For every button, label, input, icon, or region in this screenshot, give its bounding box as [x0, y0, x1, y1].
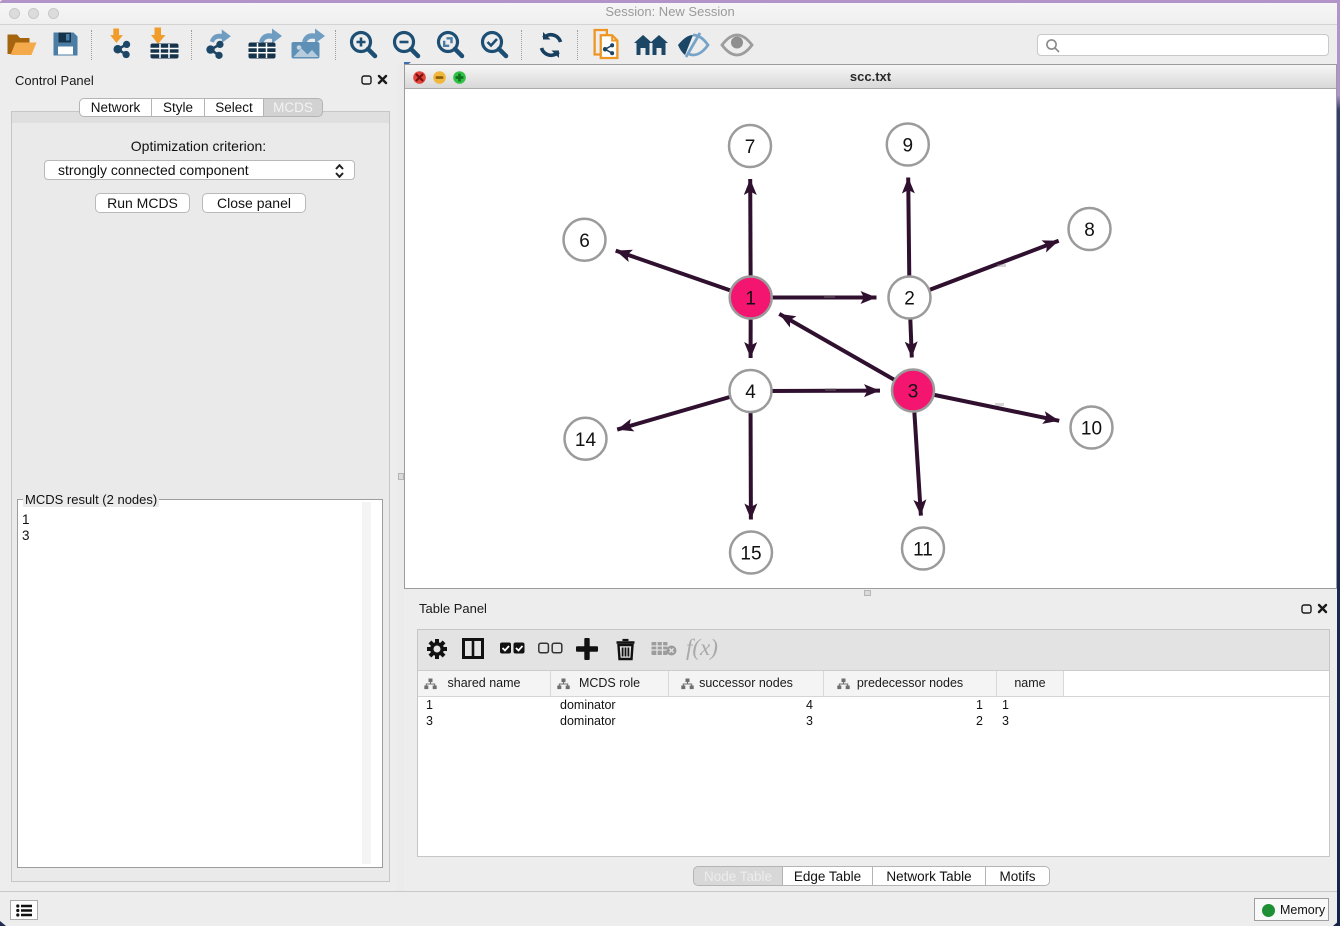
svg-text:9: 9	[903, 136, 914, 157]
svg-text:4: 4	[745, 382, 756, 403]
svg-text:7: 7	[745, 137, 756, 158]
svg-text:15: 15	[740, 544, 761, 565]
svg-text:8: 8	[1084, 220, 1095, 241]
svg-text:1: 1	[745, 289, 756, 310]
svg-text:11: 11	[913, 540, 933, 561]
svg-text:2: 2	[904, 289, 915, 310]
svg-text:10: 10	[1081, 419, 1102, 440]
svg-text:6: 6	[579, 231, 590, 252]
svg-text:3: 3	[908, 382, 919, 403]
svg-text:14: 14	[575, 430, 597, 451]
